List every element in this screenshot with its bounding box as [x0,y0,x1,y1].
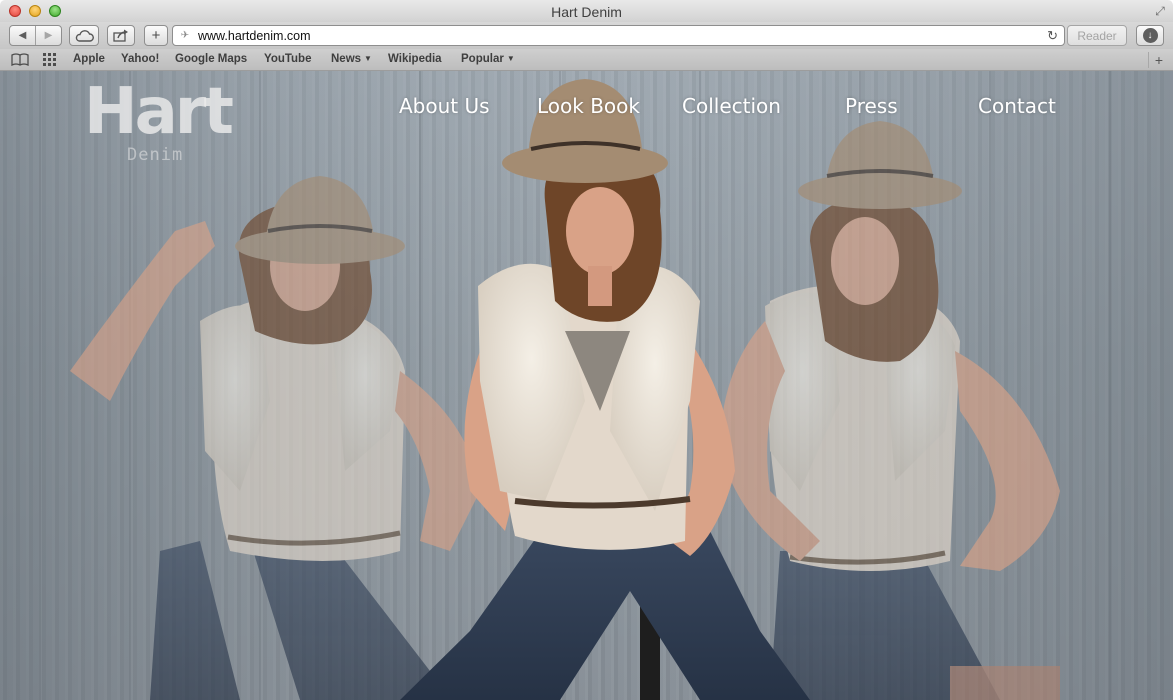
add-bookmark-icon[interactable]: + [1148,52,1169,68]
reader-button[interactable]: Reader [1067,25,1127,46]
downloads-button[interactable]: ↓ [1136,25,1164,46]
cloud-icon [75,29,94,42]
site-logo[interactable]: Hart Denim [84,75,234,165]
browser-toolbar: ◀ ▶ + ✈ www.hartdenim.com ↻ Reader ↓ [0,22,1173,49]
logo-wordmark: Hart [84,75,234,149]
site-favicon-icon: ✈ [180,30,190,41]
nav-contact[interactable]: Contact [978,94,1056,118]
browser-window: Hart Denim ⤢ ◀ ▶ + ✈ www.hartdenim.com ↻… [0,0,1173,700]
fullscreen-icon[interactable]: ⤢ [1153,4,1167,18]
nav-press[interactable]: Press [845,94,898,118]
chevron-down-icon: ▼ [364,54,372,63]
back-forward-control: ◀ ▶ [9,25,62,46]
hero-photo [0,71,1173,700]
bookmark-youtube[interactable]: YouTube [264,53,311,65]
icloud-tabs-button[interactable] [69,25,99,46]
nav-collection[interactable]: Collection [682,94,781,118]
title-bar: Hart Denim ⤢ [0,0,1173,22]
nav-about-us[interactable]: About Us [399,94,490,118]
web-page: Hart Denim About Us Look Book Collection… [0,71,1173,700]
bookmark-wikipedia[interactable]: Wikipedia [388,53,442,65]
window-title: Hart Denim [551,4,622,20]
share-button[interactable] [107,25,135,46]
bookmark-popular[interactable]: Popular ▼ [461,53,515,65]
bookmark-news[interactable]: News ▼ [331,53,372,65]
reload-icon[interactable]: ↻ [1047,28,1058,44]
forward-arrow-icon[interactable]: ▶ [35,26,61,45]
bookmark-google-maps[interactable]: Google Maps [175,53,247,65]
download-icon: ↓ [1142,28,1158,43]
bookmark-apple[interactable]: Apple [73,53,105,65]
back-arrow-icon[interactable]: ◀ [10,26,35,45]
chevron-down-icon: ▼ [506,54,515,63]
url-text[interactable]: www.hartdenim.com [198,29,311,43]
new-tab-button[interactable]: + [144,25,168,46]
bookmarks-bar: Apple Yahoo! Google Maps YouTube News ▼ W… [0,49,1173,71]
logo-subtitle: Denim [127,145,184,165]
nav-look-book[interactable]: Look Book [537,94,640,118]
grid-icon[interactable] [43,53,57,66]
open-book-icon[interactable] [11,53,29,66]
share-icon [113,29,128,42]
address-bar[interactable]: ✈ www.hartdenim.com ↻ [172,25,1065,46]
bookmark-yahoo[interactable]: Yahoo! [121,53,159,65]
